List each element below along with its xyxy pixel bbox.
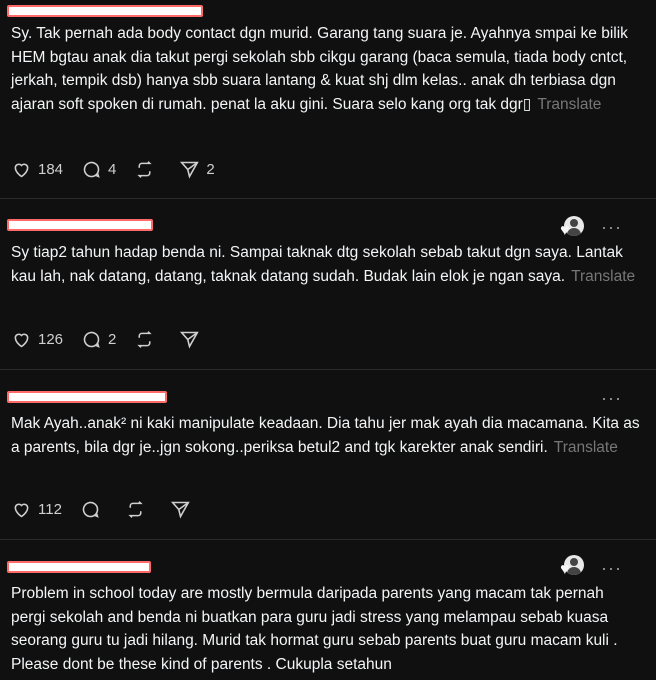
divider (0, 369, 656, 370)
like-button[interactable]: 126 (11, 329, 63, 350)
post-text: Sy. Tak pernah ada body contact dgn muri… (11, 22, 641, 116)
translate-link[interactable]: Translate (537, 96, 601, 113)
action-bar: 184 4 2 (11, 158, 233, 180)
reply-count: 4 (108, 160, 117, 178)
send-icon (180, 331, 200, 349)
reply-count: 2 (108, 330, 117, 348)
repost-icon (137, 160, 153, 178)
share-button[interactable] (179, 329, 206, 350)
like-button[interactable]: 112 (11, 499, 62, 520)
reply-button[interactable]: 2 (81, 329, 116, 350)
post-body: Sy tiap2 tahun hadap benda ni. Sampai ta… (11, 244, 623, 285)
post-text: Mak Ayah..anak² ni kaki manipulate keada… (11, 412, 641, 459)
more-icon[interactable]: ··· (601, 218, 622, 236)
repost-icon (128, 500, 143, 518)
avatar[interactable]: ♥ (558, 555, 584, 578)
post-body: Problem in school today are mostly bermu… (11, 585, 618, 673)
redacted-username (7, 5, 203, 17)
more-icon[interactable]: ··· (601, 559, 622, 577)
post-text: Sy tiap2 tahun hadap benda ni. Sampai ta… (11, 241, 641, 288)
redacted-username (7, 219, 153, 231)
action-bar: 112 (11, 498, 215, 520)
action-bar: 126 2 (11, 328, 224, 350)
heart-icon (14, 503, 29, 517)
translate-link[interactable]: Translate (571, 268, 635, 285)
comment-icon (83, 331, 100, 348)
like-count: 184 (38, 160, 64, 178)
repost-button[interactable] (134, 329, 161, 350)
like-count: 126 (38, 330, 64, 348)
avatar[interactable]: ♥ (558, 216, 584, 239)
post-body: Mak Ayah..anak² ni kaki manipulate keada… (11, 415, 640, 456)
heart-icon (14, 163, 29, 177)
more-icon[interactable]: ··· (601, 389, 622, 407)
share-button[interactable] (170, 499, 197, 520)
divider (0, 539, 656, 540)
post-text: Problem in school today are mostly bermu… (11, 582, 641, 676)
share-count: 2 (206, 160, 215, 178)
like-button[interactable]: 184 (11, 159, 63, 180)
comment-icon (83, 161, 100, 178)
repost-icon (137, 330, 153, 348)
reply-button[interactable] (80, 499, 107, 520)
redacted-username (7, 391, 167, 403)
liked-heart-icon: ♥ (560, 222, 570, 239)
heart-icon (14, 333, 29, 347)
post-body: Sy. Tak pernah ada body contact dgn muri… (11, 25, 628, 113)
reply-button[interactable]: 4 (81, 159, 116, 180)
liked-heart-icon: ♥ (560, 561, 570, 578)
divider (0, 198, 656, 199)
repost-button[interactable] (134, 159, 161, 180)
repost-button[interactable] (125, 499, 152, 520)
translate-link[interactable]: Translate (554, 439, 618, 456)
share-button[interactable]: 2 (179, 159, 215, 180)
comment-icon (82, 501, 99, 518)
redacted-username (7, 561, 151, 573)
like-count: 112 (38, 500, 62, 518)
send-icon (180, 161, 200, 179)
send-icon (170, 501, 190, 519)
